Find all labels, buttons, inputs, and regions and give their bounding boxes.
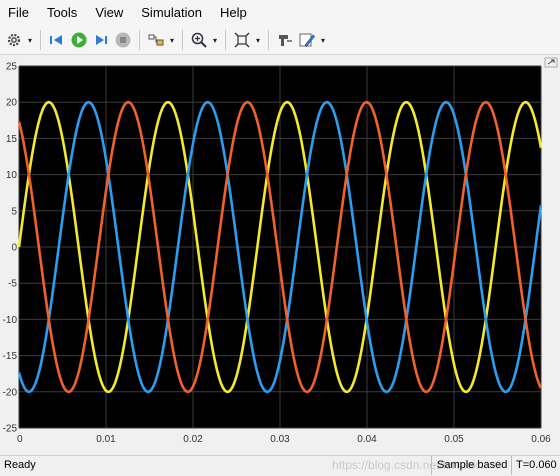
x-tick-label: 0.03	[270, 434, 290, 445]
toolbar-separator	[182, 30, 183, 50]
status-text: Ready	[4, 459, 36, 471]
x-tick-label: 0.05	[444, 434, 464, 445]
zoom-icon[interactable]	[188, 29, 210, 51]
y-tick-label: 20	[6, 98, 18, 109]
menu-view[interactable]: View	[86, 0, 132, 26]
menu-file[interactable]: File	[0, 0, 38, 26]
gear-icon[interactable]	[3, 29, 25, 51]
menu-bar: File Tools View Simulation Help	[0, 0, 560, 26]
scope-plot-area: -25 -20 -15 -10 -5 0 5 10 15 20 25 0 0.01 0.02 0.03 0.0…	[0, 55, 560, 455]
y-tick-label: 25	[6, 62, 18, 73]
toolbar-separator	[139, 30, 140, 50]
y-tick-label: -20	[3, 387, 18, 398]
y-tick-label: -25	[3, 424, 18, 435]
gear-dropdown-icon[interactable]: ▾	[25, 29, 35, 51]
x-tick-label: 0.04	[357, 434, 377, 445]
status-sample-mode: Sample based	[431, 456, 509, 475]
menu-help[interactable]: Help	[211, 0, 256, 26]
x-tick-label: 0	[17, 434, 23, 445]
x-tick-label: 0.02	[183, 434, 203, 445]
zoom-dropdown-icon[interactable]: ▾	[210, 29, 220, 51]
y-tick-label: -15	[3, 351, 18, 362]
style-edit-icon[interactable]	[296, 29, 318, 51]
status-bar: Ready https://blog.csdn.net/lortaak Samp…	[0, 455, 560, 476]
fit-view-dropdown-icon[interactable]: ▾	[253, 29, 263, 51]
menu-tools[interactable]: Tools	[38, 0, 86, 26]
x-tick-label: 0.01	[96, 434, 116, 445]
highlight-model-icon[interactable]	[145, 29, 167, 51]
toolbar: ▾ ▾ ▾ ▾ ▾	[0, 26, 560, 55]
status-time: T=0.060	[511, 456, 560, 475]
y-tick-label: 10	[6, 170, 18, 181]
step-back-icon[interactable]	[46, 29, 68, 51]
y-tick-label: 5	[11, 206, 17, 217]
style-edit-dropdown-icon[interactable]: ▾	[318, 29, 328, 51]
toolbar-separator	[225, 30, 226, 50]
x-tick-label: 0.06	[531, 434, 551, 445]
y-tick-label: -5	[8, 279, 17, 290]
cursor-measure-icon[interactable]	[274, 29, 296, 51]
stop-icon[interactable]	[112, 29, 134, 51]
scope-chart[interactable]: -25 -20 -15 -10 -5 0 5 10 15 20 25 0 0.01 0.02 0.03 0.0…	[0, 55, 560, 455]
y-tick-label: 15	[6, 134, 18, 145]
step-forward-icon[interactable]	[90, 29, 112, 51]
toolbar-separator	[40, 30, 41, 50]
highlight-dropdown-icon[interactable]: ▾	[167, 29, 177, 51]
y-tick-label: -10	[3, 315, 18, 326]
menu-simulation[interactable]: Simulation	[132, 0, 211, 26]
fit-view-icon[interactable]	[231, 29, 253, 51]
toolbar-separator	[268, 30, 269, 50]
undock-icon[interactable]	[544, 57, 558, 68]
y-tick-label: 0	[11, 243, 17, 254]
run-icon[interactable]	[68, 29, 90, 51]
